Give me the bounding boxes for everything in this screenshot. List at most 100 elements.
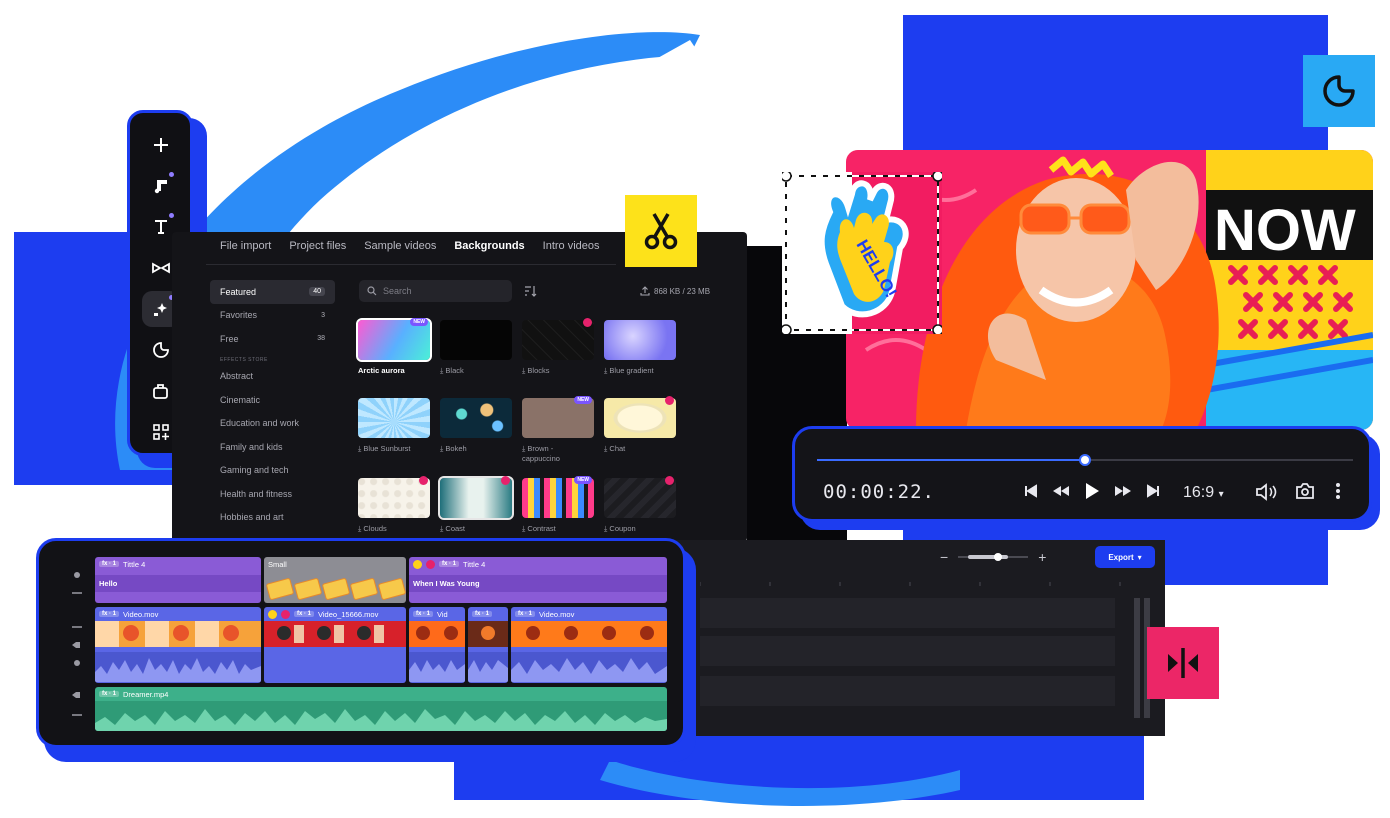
skip-to-end-icon[interactable] — [1145, 483, 1161, 499]
seek-bar[interactable] — [817, 454, 1353, 466]
seek-handle[interactable] — [1079, 454, 1091, 466]
fast-forward-icon[interactable] — [1113, 483, 1133, 499]
clip-header: fx · 1 Video.mov — [511, 607, 667, 621]
tab-sample-videos[interactable]: Sample videos — [364, 240, 436, 260]
category-section-heading: EFFECTS STORE — [220, 356, 268, 363]
background-tile[interactable]: NEW ⤓ Brown - cappuccino — [522, 396, 594, 464]
background-tile[interactable]: NEW Arctic aurora — [356, 318, 432, 375]
tab-project-files[interactable]: Project files — [289, 240, 346, 260]
plus-icon — [154, 138, 168, 152]
tile-label-text: Blocks — [527, 366, 550, 375]
category-free[interactable]: Free 38 — [210, 327, 335, 351]
premium-crown-badge — [419, 476, 428, 485]
more-options-icon[interactable] — [1335, 482, 1341, 500]
category-health-and-fitness[interactable]: Health and fitness — [210, 482, 335, 506]
skip-to-start-icon[interactable] — [1023, 483, 1039, 499]
upload-icon[interactable] — [640, 286, 650, 296]
zoom-slider[interactable] — [958, 553, 1029, 561]
category-education-and-work[interactable]: Education and work — [210, 412, 335, 436]
video-clip[interactable]: fx · 1 Vid — [409, 607, 465, 683]
sticker-clip[interactable]: Small — [264, 557, 406, 603]
sticker-badge — [1303, 55, 1375, 127]
media-tabs: File import Project files Sample videos … — [220, 240, 600, 260]
tile-label: ⤓ Black — [440, 366, 464, 375]
category-cinematic[interactable]: Cinematic — [210, 388, 335, 412]
camera-snapshot-icon[interactable] — [1295, 482, 1315, 500]
category-featured[interactable]: Featured 40 — [210, 280, 335, 304]
search-input[interactable]: Search — [359, 280, 512, 302]
category-favorites[interactable]: Favorites 3 — [210, 304, 335, 328]
audio-waveform — [409, 652, 465, 682]
split-tool-badge — [1147, 627, 1219, 699]
tile-label: ⤓ Blue gradient — [604, 366, 654, 375]
hello-hand-sticker: HELLO! — [780, 170, 944, 336]
tab-backgrounds[interactable]: Backgrounds — [454, 240, 524, 260]
hello-sticker-selection[interactable]: HELLO! — [780, 170, 944, 336]
tab-file-import[interactable]: File import — [220, 240, 271, 260]
background-tile[interactable]: ⤓ Coupon — [604, 476, 676, 534]
audio-waveform — [468, 652, 508, 682]
music-tool-button[interactable] — [142, 168, 180, 204]
tile-label-text: Coast — [445, 524, 465, 533]
clip-text: When I Was Young — [409, 575, 667, 592]
video-clip[interactable]: fx · 1 Video_15666.mov — [264, 607, 406, 683]
category-family-and-kids[interactable]: Family and kids — [210, 435, 335, 459]
storage-indicator: 868 KB / 23 MB — [640, 286, 710, 296]
tile-label: ⤓ Bokeh — [440, 444, 467, 453]
category-count: 38 — [317, 335, 325, 343]
background-tile[interactable]: ⤓ Blocks — [522, 318, 594, 376]
background-tile[interactable]: ⤓ Bokeh — [440, 398, 512, 454]
sort-filter-icon[interactable] — [523, 284, 537, 298]
video-clip[interactable]: fx · 1 Video.mov — [511, 607, 667, 683]
thumbnail — [522, 320, 594, 360]
background-tile[interactable]: ⤓ Clouds — [358, 476, 430, 534]
title-clip[interactable]: fx · 1 Tittle 4 Hello — [95, 557, 261, 603]
timeline-track-lane — [700, 676, 1115, 706]
track-controls — [72, 572, 82, 716]
tab-intro-videos[interactable]: Intro videos — [543, 240, 600, 260]
video-clip[interactable]: fx · 1 — [468, 607, 508, 683]
effect-count-badge: fx · 1 — [413, 611, 434, 617]
category-gaming-and-tech[interactable]: Gaming and tech — [210, 459, 335, 483]
background-tile[interactable]: ⤓ Blue Sunburst — [358, 398, 430, 454]
background-tile[interactable]: ⤓ Blue gradient — [604, 320, 676, 376]
category-label: Family and kids — [220, 441, 283, 452]
export-button[interactable]: Export ▾ — [1095, 546, 1155, 568]
title-clip[interactable]: fx · 1 Tittle 4 When I Was Young — [409, 557, 667, 603]
text-icon — [155, 220, 167, 234]
category-abstract[interactable]: Abstract — [210, 365, 335, 389]
audio-clip[interactable]: fx · 1 Dreamer.mp4 — [95, 687, 667, 731]
video-clip[interactable]: fx · 1 Video.mov — [95, 607, 261, 683]
premium-crown-icon — [268, 609, 277, 619]
aspect-ratio-dropdown[interactable]: 16:9 ▾ — [1183, 484, 1224, 502]
play-icon[interactable] — [1083, 481, 1101, 501]
tile-label-text: Bokeh — [445, 444, 467, 453]
category-label: Education and work — [220, 418, 300, 429]
background-tile[interactable]: ⤓ Coast — [438, 476, 514, 534]
background-tile[interactable]: ⤓ Chat — [604, 396, 676, 454]
thumbnail — [358, 478, 430, 518]
clip-header: Small — [264, 557, 406, 571]
background-tile[interactable]: ⤓ Black — [440, 320, 512, 376]
thumbnail — [358, 398, 430, 438]
category-label: Abstract — [220, 371, 254, 382]
premium-crown-badge — [665, 396, 674, 405]
premium-crown-icon — [413, 559, 422, 569]
audio-waveform — [511, 652, 667, 682]
volume-icon[interactable] — [1255, 483, 1277, 501]
clip-label: Tittle 4 — [463, 559, 486, 569]
background-tile[interactable]: NEW ⤓ Contrast — [522, 476, 594, 534]
category-hobbies-and-art[interactable]: Hobbies and art — [210, 506, 335, 530]
zoom-out-icon[interactable]: − — [940, 549, 948, 565]
timeline-track-lane — [700, 636, 1115, 666]
premium-crown-icon — [281, 609, 290, 619]
zoom-in-icon[interactable]: + — [1038, 549, 1046, 565]
tile-label: ⤓ Chat — [604, 444, 626, 453]
tile-label-text: Black — [445, 366, 464, 375]
search-icon — [367, 286, 377, 296]
export-label: Export — [1108, 552, 1134, 562]
add-tool-button[interactable] — [142, 127, 180, 163]
playback-buttons — [1023, 481, 1161, 501]
rewind-icon[interactable] — [1051, 483, 1071, 499]
video-thumbnails — [409, 621, 465, 647]
